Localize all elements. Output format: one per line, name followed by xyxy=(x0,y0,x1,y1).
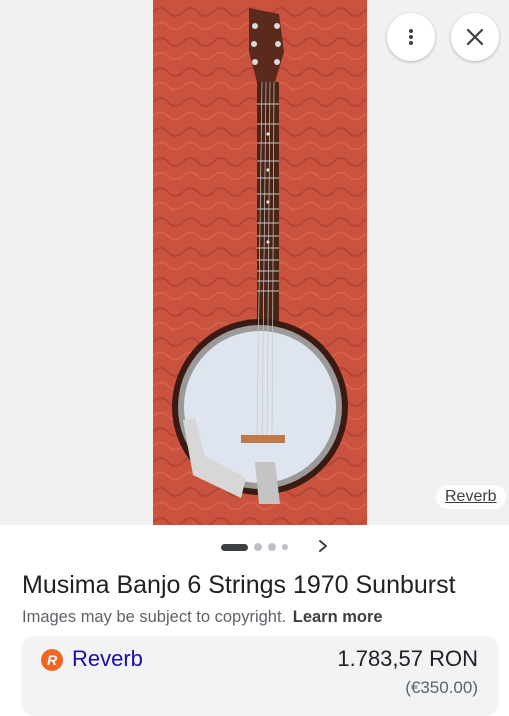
image-viewer: Reverb xyxy=(0,0,509,525)
result-title[interactable]: Musima Banjo 6 Strings 1970 Sunburst xyxy=(22,570,502,600)
image-pager xyxy=(0,525,509,569)
chevron-right-icon xyxy=(319,540,327,552)
close-button[interactable] xyxy=(451,13,499,61)
price: 1.783,57 RON xyxy=(337,646,478,671)
pager-dot[interactable] xyxy=(282,544,288,550)
learn-more-link[interactable]: Learn more xyxy=(293,608,383,626)
alt-price: (€350.00) xyxy=(405,678,478,697)
vertical-dots-icon xyxy=(409,29,413,45)
more-options-button[interactable] xyxy=(387,13,435,61)
image-source-link[interactable]: Reverb xyxy=(436,485,506,509)
next-image-button[interactable] xyxy=(314,536,332,556)
pager-dot[interactable] xyxy=(268,543,276,551)
logo-letter: R xyxy=(46,652,58,668)
card-source-name[interactable]: Reverb xyxy=(72,646,143,672)
banjo-photo[interactable] xyxy=(153,0,367,525)
copyright-text: Images may be subject to copyright. xyxy=(22,608,287,626)
source-card[interactable]: R Reverb 1.783,57 RON (€350.00) xyxy=(21,636,499,716)
copyright-notice: Images may be subject to copyright. Lear… xyxy=(22,607,383,627)
pager-dot-active[interactable] xyxy=(221,543,248,551)
reverb-logo-icon: R xyxy=(41,649,63,671)
close-icon xyxy=(466,28,484,46)
pager-dot[interactable] xyxy=(254,543,262,551)
